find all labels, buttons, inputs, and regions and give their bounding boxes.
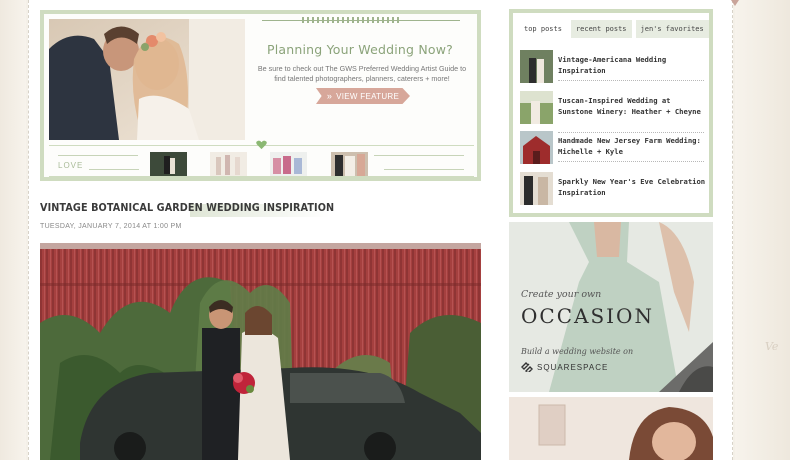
ad-create-text: Create your own — [521, 289, 602, 300]
popular-posts-widget: top posts recent posts jen's favorites V… — [509, 9, 713, 217]
background-paper-left — [0, 0, 26, 460]
sidebar-post-item[interactable]: Sparkly New Year's Eve Celebration Inspi… — [520, 172, 705, 206]
banner-thumbnail[interactable] — [150, 152, 187, 176]
arrow-line — [374, 155, 464, 156]
tab-top-posts[interactable]: top posts — [519, 20, 567, 38]
heart-icon — [256, 140, 267, 150]
banner-thumbnail[interactable] — [270, 152, 307, 176]
post-title-link[interactable]: Vintage-Americana Wedding Inspiration — [558, 54, 706, 76]
view-feature-label: VIEW FEATURE — [336, 91, 400, 101]
post-title-link[interactable]: Tuscan-Inspired Wedding at Sunstone Wine… — [558, 95, 706, 117]
decorative-scribble: Ve — [765, 340, 779, 353]
arrow-line — [384, 169, 464, 170]
post-title[interactable]: VINTAGE BOTANICAL GARDEN WEDDING INSPIRA… — [40, 202, 334, 214]
post-hero-image[interactable] — [40, 243, 481, 460]
view-feature-button[interactable]: » VIEW FEATURE — [316, 88, 410, 104]
divider — [558, 80, 704, 81]
squarespace-logo: SQUARESPACE — [521, 362, 608, 372]
post-thumbnail — [520, 50, 553, 83]
ad-build-text: Build a wedding website on — [521, 347, 634, 356]
sidebar-post-item[interactable]: Vintage-Americana Wedding Inspiration — [520, 50, 704, 84]
arrow-line — [89, 169, 139, 170]
banner-heading: Planning Your Wedding Now? — [249, 42, 471, 58]
post-title-link[interactable]: Sparkly New Year's Eve Celebration Inspi… — [558, 176, 706, 198]
squarespace-brand: SQUARESPACE — [537, 362, 609, 372]
banner-couple-photo — [49, 19, 245, 140]
post-thumbnail — [520, 91, 553, 124]
double-arrow-icon: » — [326, 91, 333, 101]
sidebar-post-item[interactable]: Handmade New Jersey Farm Wedding: Michel… — [520, 131, 704, 165]
background-paper-right: Ve — [735, 0, 790, 460]
sidebar-post-item[interactable]: Tuscan-Inspired Wedding at Sunstone Wine… — [520, 91, 704, 133]
posts-tabs: top posts recent posts jen's favorites — [519, 20, 709, 38]
tab-recent-posts[interactable]: recent posts — [570, 20, 632, 38]
banner-bottom-border — [49, 176, 474, 177]
post-title-link[interactable]: Handmade New Jersey Farm Wedding: Michel… — [558, 135, 706, 157]
banner-thumbnail[interactable] — [331, 152, 368, 176]
ad-bottom-image — [509, 397, 713, 460]
tab-jens-favorites[interactable]: jen's favorites — [635, 20, 709, 38]
sidebar-ad-bottom[interactable] — [509, 397, 713, 460]
post-thumbnail — [520, 172, 553, 205]
banner-top-ornament — [262, 17, 460, 24]
post-thumbnail — [520, 131, 553, 164]
squarespace-icon — [521, 362, 533, 372]
preferred-vendors-banner[interactable]: Planning Your Wedding Now? Be sure to ch… — [40, 10, 481, 181]
banner-subtext: Be sure to check out The GWS Preferred W… — [257, 64, 467, 83]
ad-occasion-text: OCCASION — [521, 304, 654, 328]
post-date: TUESDAY, JANUARY 7, 2014 AT 1:00 PM — [40, 223, 182, 230]
arrow-line — [58, 155, 138, 156]
post-title-wrap: VINTAGE BOTANICAL GARDEN WEDDING INSPIRA… — [40, 202, 334, 220]
divider — [558, 161, 704, 162]
love-label: LOVE — [58, 161, 84, 170]
squarespace-ad[interactable]: Create your own OCCASION Build a wedding… — [509, 222, 713, 392]
banner-thumbnail[interactable] — [210, 152, 247, 176]
